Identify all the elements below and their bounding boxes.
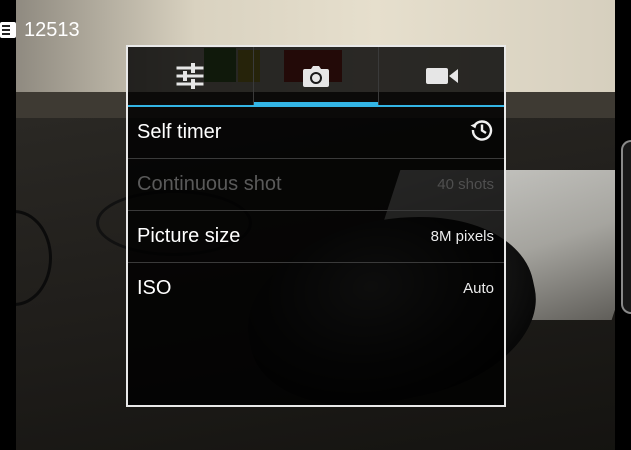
setting-label: Self timer (137, 121, 222, 143)
setting-label: Continuous shot (137, 173, 282, 195)
setting-value: Auto (463, 280, 494, 297)
setting-continuous-shot: Continuous shot 40 shots (128, 159, 504, 211)
sliders-icon (176, 63, 204, 89)
setting-label: ISO (137, 277, 172, 299)
tab-general-settings[interactable] (128, 47, 253, 105)
setting-picture-size[interactable]: Picture size 8M pixels (128, 211, 504, 263)
camera-settings-panel: Self timer Continuous shot 40 shots Pict… (126, 45, 506, 407)
timer-icon (470, 118, 494, 147)
setting-iso[interactable]: ISO Auto (128, 263, 504, 314)
settings-tabs (128, 47, 504, 107)
camera-icon (302, 64, 330, 88)
setting-value: 8M pixels (430, 228, 494, 245)
status-bar: 12513 (0, 16, 80, 44)
remaining-shots-count: 12513 (24, 18, 80, 41)
tab-video-settings[interactable] (378, 47, 504, 105)
tab-camera-settings[interactable] (252, 47, 379, 107)
video-camera-icon (425, 66, 458, 86)
sim-card-icon (0, 22, 16, 38)
settings-list: Self timer Continuous shot 40 shots Pict… (128, 107, 504, 314)
setting-value: 40 shots (437, 176, 494, 193)
side-drawer-handle[interactable] (621, 140, 631, 314)
setting-self-timer[interactable]: Self timer (128, 107, 504, 159)
setting-label: Picture size (137, 225, 241, 247)
